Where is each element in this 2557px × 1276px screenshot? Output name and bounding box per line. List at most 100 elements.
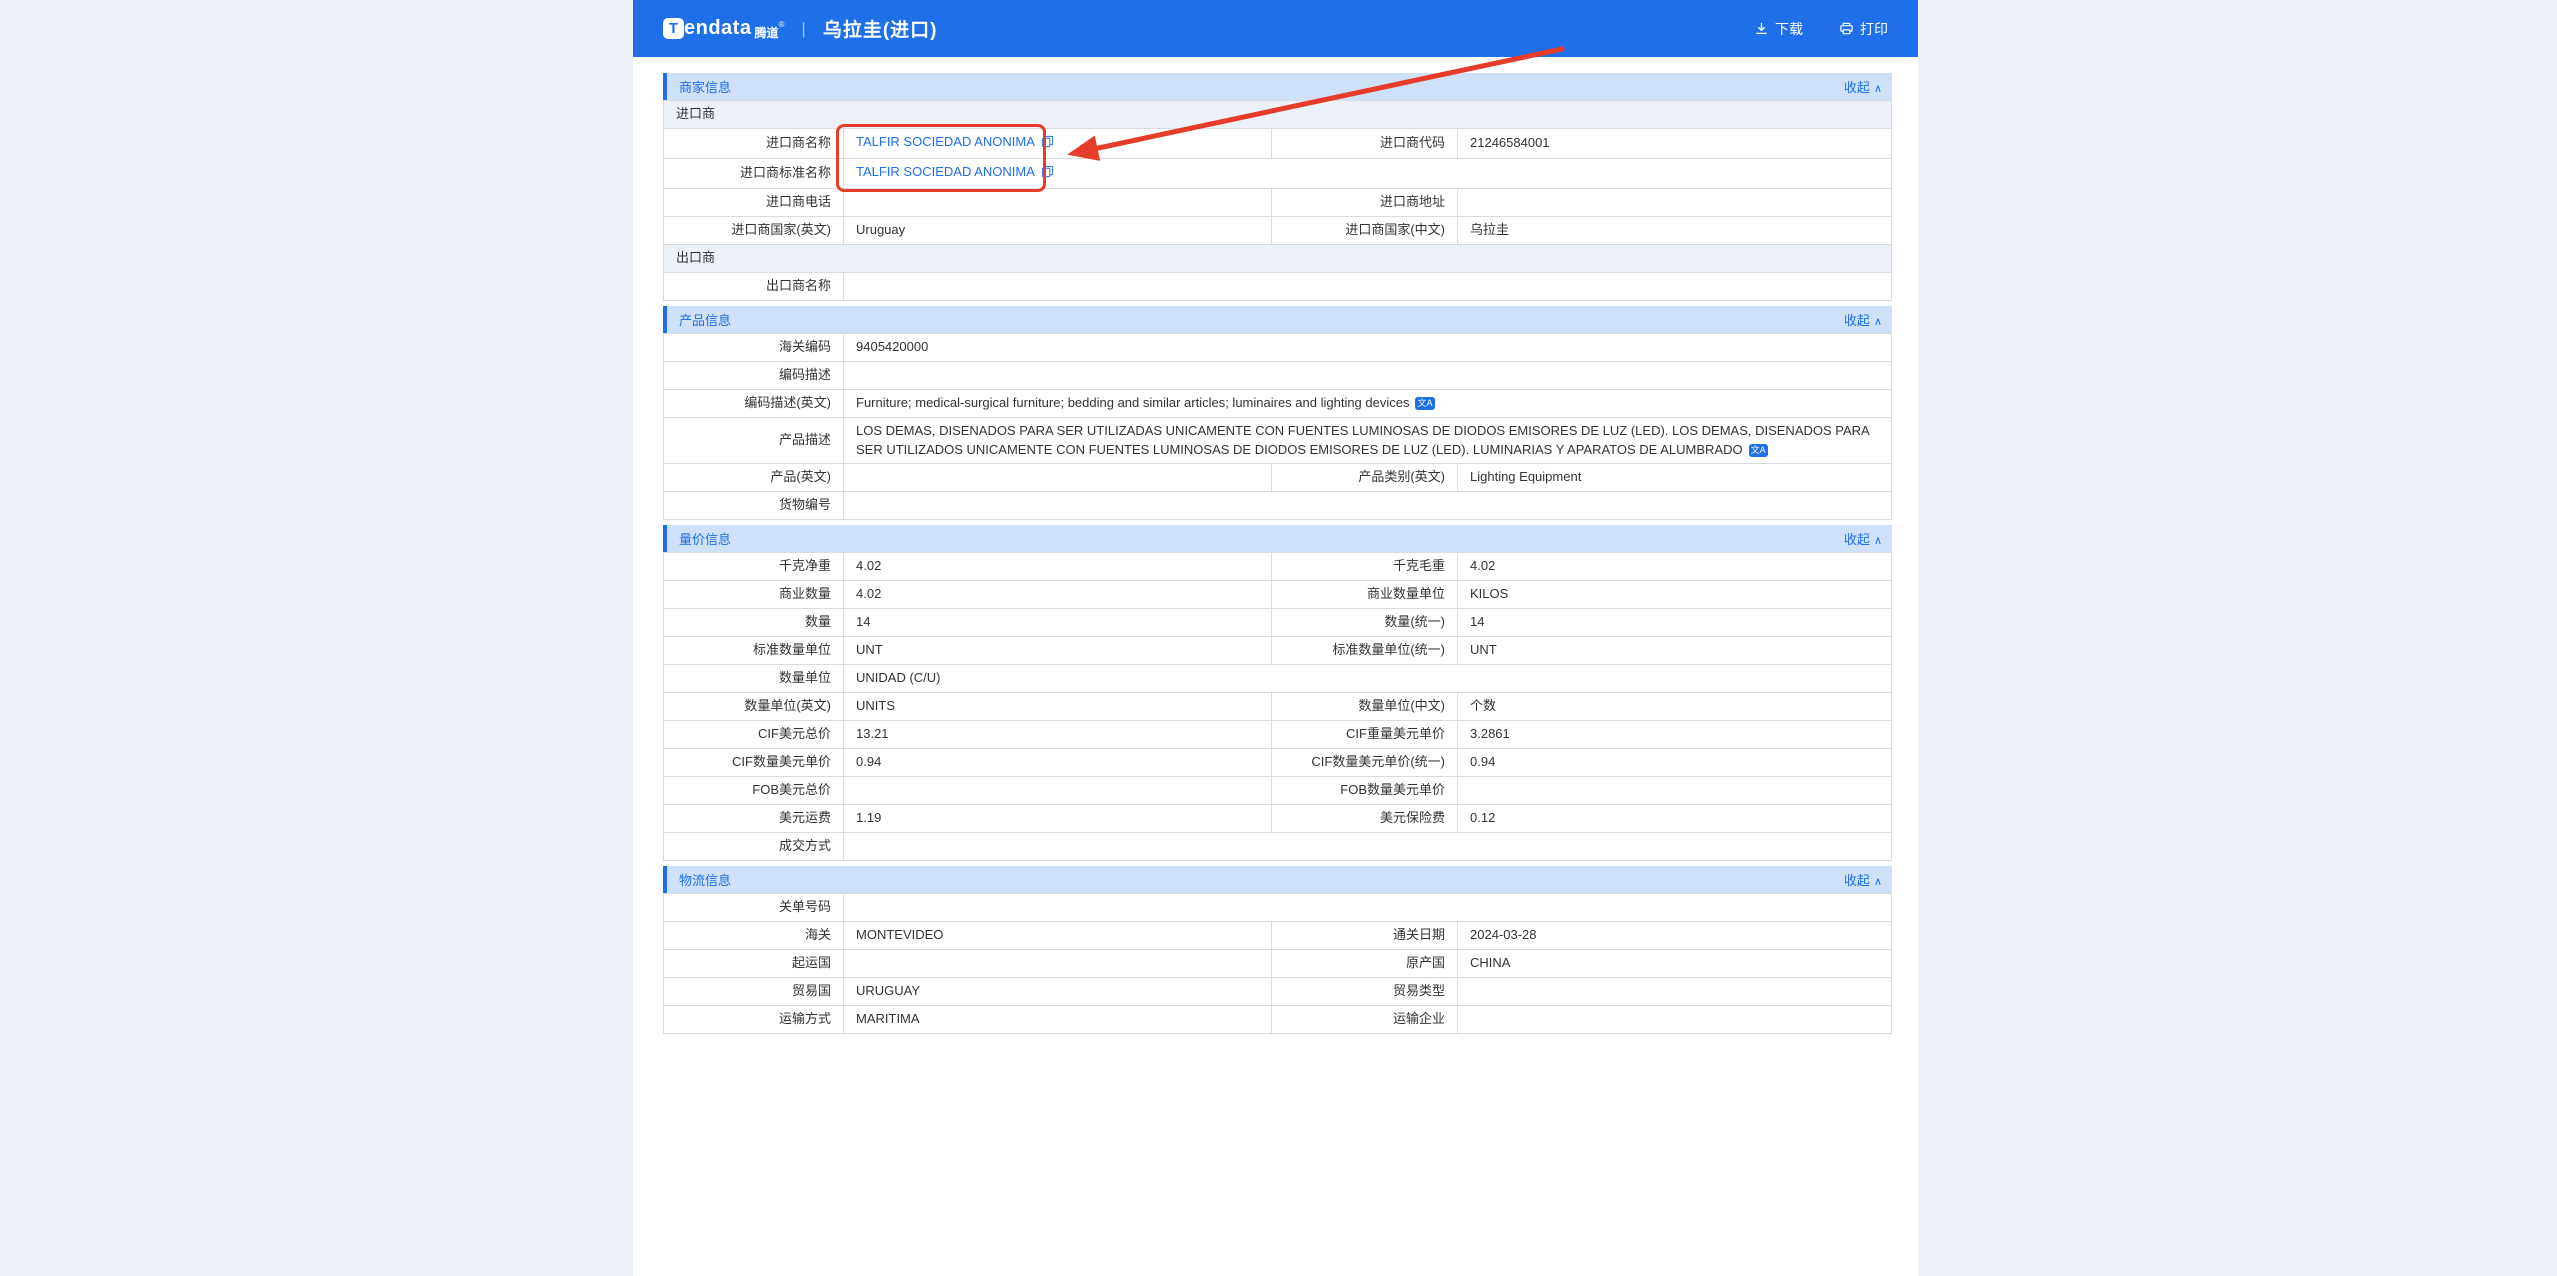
table-row: FOB美元总价FOB数量美元单价: [664, 777, 1892, 805]
tendata-logo[interactable]: T endata 腾道 ®: [663, 15, 784, 42]
field-value: CHINA: [1458, 950, 1892, 978]
field-label: 海关编码: [664, 333, 844, 361]
translate-icon[interactable]: 文A: [1415, 397, 1434, 410]
table-row: 编码描述(英文)Furniture; medical-surgical furn…: [664, 389, 1892, 417]
table-row: 贸易国URUGUAY贸易类型: [664, 978, 1892, 1006]
field-label: 产品(英文): [664, 464, 844, 492]
table-row: 进口商名称TALFIR SOCIEDAD ANONIMA进口商代码2124658…: [664, 129, 1892, 159]
field-value: [844, 492, 1892, 520]
field-label: 贸易国: [664, 978, 844, 1006]
field-label: 商业数量单位: [1272, 581, 1458, 609]
table-row: CIF数量美元单价0.94CIF数量美元单价(统一)0.94: [664, 749, 1892, 777]
field-value: 3.2861: [1458, 721, 1892, 749]
collapse-toggle[interactable]: 收起∧: [1844, 870, 1882, 889]
section-merchant: 商家信息 收起 ∧ 进口商进口商名称 TALFIR SOCIEDAD ANONIMA 进口…: [663, 73, 1892, 301]
field-label: 海关: [664, 922, 844, 950]
field-label: 数量: [664, 609, 844, 637]
field-value: KILOS: [1458, 581, 1892, 609]
field-label: 千克毛重: [1272, 553, 1458, 581]
header-divider: |: [801, 19, 805, 39]
section-title: 商家信息: [679, 77, 731, 96]
sections-container: 商家信息收起∧进口商进口商名称TALFIR SOCIEDAD ANONIMA进口…: [663, 73, 1892, 1034]
copy-icon[interactable]: [1041, 165, 1054, 184]
print-label: 打印: [1860, 19, 1888, 39]
field-label: 数量单位(英文): [664, 693, 844, 721]
field-value: 4.02: [1458, 553, 1892, 581]
field-value: 个数: [1458, 693, 1892, 721]
field-label: CIF数量美元单价(统一): [1272, 749, 1458, 777]
field-label: 贸易类型: [1272, 978, 1458, 1006]
field-label: 美元运费: [664, 805, 844, 833]
registered-mark: ®: [778, 20, 784, 29]
field-label: 货物编号: [664, 492, 844, 520]
translate-icon[interactable]: 文A: [1749, 444, 1768, 457]
top-bar: T endata 腾道 ® | 乌拉圭(进口) 下载: [633, 0, 1918, 57]
field-value: UNT: [844, 637, 1272, 665]
collapse-toggle[interactable]: 收起 ∧: [1844, 77, 1882, 96]
field-value: 乌拉圭: [1458, 216, 1892, 244]
table-row: 商业数量4.02商业数量单位KILOS: [664, 581, 1892, 609]
download-button[interactable]: 下载: [1754, 19, 1803, 39]
field-label: 成交方式: [664, 833, 844, 861]
company-link[interactable]: TALFIR SOCIEDAD ANONIMA: [856, 134, 1035, 149]
collapse-toggle[interactable]: 收起 ∧: [1844, 310, 1882, 329]
section-table: 进口商进口商名称TALFIR SOCIEDAD ANONIMA进口商代码2124…: [663, 100, 1892, 301]
field-value: UNIDAD (C/U): [844, 665, 1892, 693]
logo-chinese-name: 腾道: [754, 24, 778, 41]
field-value: 14: [844, 609, 1272, 637]
collapse-label: 收起: [1844, 313, 1870, 328]
field-value: [1458, 978, 1892, 1006]
table-row: CIF美元总价13.21CIF重量美元单价3.2861: [664, 721, 1892, 749]
field-value: [844, 272, 1892, 300]
table-row: 起运国原产国CHINA: [664, 950, 1892, 978]
field-value: [844, 833, 1892, 861]
chevron-up-icon: ∧: [1874, 876, 1882, 888]
print-button[interactable]: 打印: [1839, 19, 1888, 39]
field-value: Furniture; medical-surgical furniture; b…: [844, 389, 1892, 417]
field-label: 进口商电话: [664, 188, 844, 216]
field-value: [844, 950, 1272, 978]
table-row: 美元运费1.19美元保险费0.12: [664, 805, 1892, 833]
section-table: 海关编码9405420000编码描述编码描述(英文)Furniture; med…: [663, 333, 1892, 521]
field-value: UNT: [1458, 637, 1892, 665]
field-value: 0.94: [844, 749, 1272, 777]
field-value: 1.19: [844, 805, 1272, 833]
copy-icon[interactable]: [1041, 135, 1054, 154]
section-header-product: 产品信息 收起 ∧: [663, 306, 1892, 333]
field-value: 21246584001: [1458, 129, 1892, 159]
table-row: 成交方式: [664, 833, 1892, 861]
field-value: MONTEVIDEO: [844, 922, 1272, 950]
chevron-up-icon: ∧: [1874, 316, 1882, 328]
field-label: 出口商名称: [664, 272, 844, 300]
table-row: 数量14数量(统一)14: [664, 609, 1892, 637]
field-label: 数量单位: [664, 665, 844, 693]
section-title: 产品信息: [679, 310, 731, 329]
field-label: 美元保险费: [1272, 805, 1458, 833]
field-label: 进口商标准名称: [664, 158, 844, 188]
subsection-header: 出口商: [664, 244, 1892, 272]
field-value: LOS DEMAS, DISENADOS PARA SER UTILIZADAS…: [844, 417, 1892, 464]
download-label: 下载: [1775, 19, 1803, 39]
section-header-merchant: 商家信息 收起 ∧: [663, 73, 1892, 100]
chevron-up-icon: ∧: [1874, 83, 1882, 95]
download-icon: [1754, 21, 1769, 36]
field-value: [844, 361, 1892, 389]
field-value: [844, 894, 1892, 922]
field-label: 进口商名称: [664, 129, 844, 159]
table-row: 进口商电话进口商地址: [664, 188, 1892, 216]
field-label: 原产国: [1272, 950, 1458, 978]
field-label: CIF美元总价: [664, 721, 844, 749]
field-label: CIF重量美元单价: [1272, 721, 1458, 749]
company-link[interactable]: TALFIR SOCIEDAD ANONIMA: [856, 164, 1035, 179]
field-label: 标准数量单位(统一): [1272, 637, 1458, 665]
collapse-toggle[interactable]: 收起∧: [1844, 529, 1882, 548]
field-value: [844, 188, 1272, 216]
table-row: 产品(英文)产品类别(英文)Lighting Equipment: [664, 464, 1892, 492]
field-label: 标准数量单位: [664, 637, 844, 665]
subsection-header: 进口商: [664, 101, 1892, 129]
field-value: Uruguay: [844, 216, 1272, 244]
collapse-label: 收起: [1844, 80, 1870, 95]
field-value: 13.21: [844, 721, 1272, 749]
table-row: 产品描述LOS DEMAS, DISENADOS PARA SER UTILIZ…: [664, 417, 1892, 464]
table-row: 进口商国家(英文)Uruguay进口商国家(中文)乌拉圭: [664, 216, 1892, 244]
